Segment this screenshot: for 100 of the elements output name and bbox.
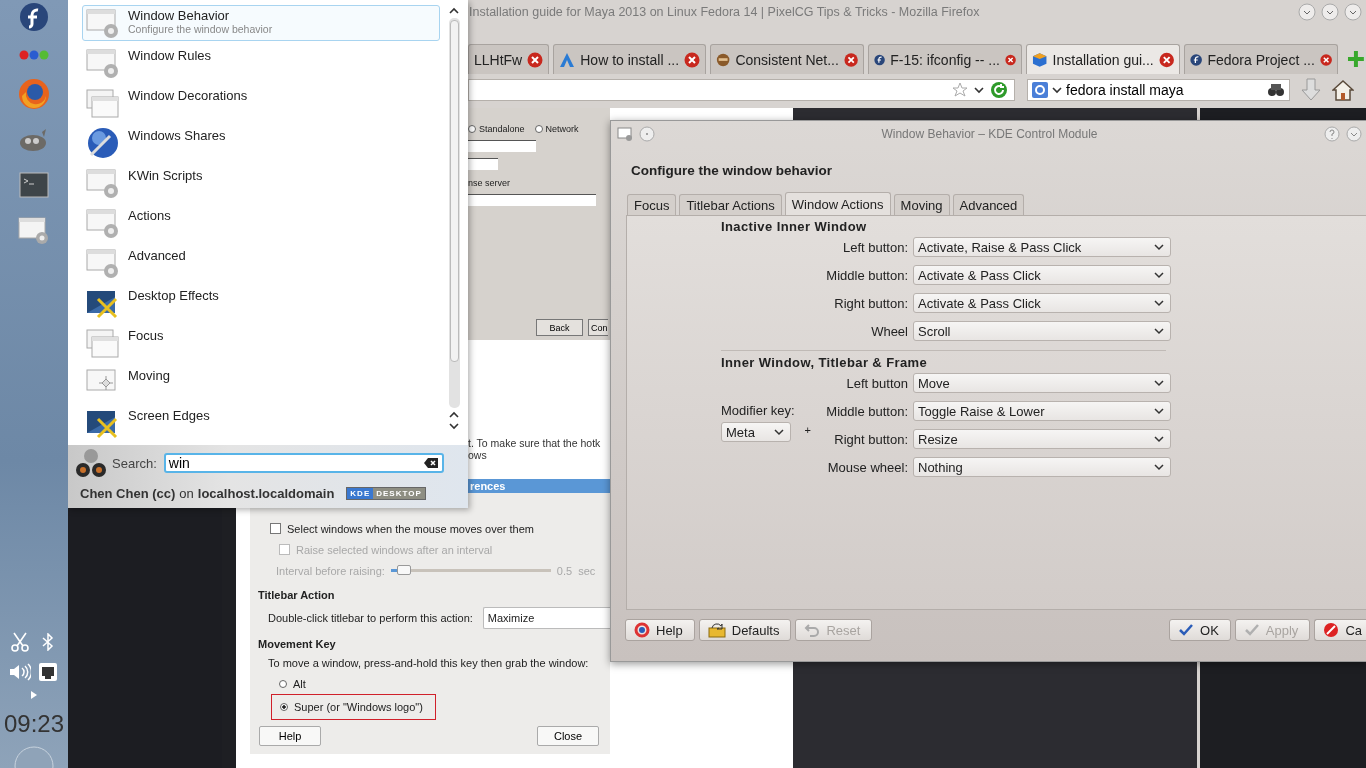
result-title: Windows Shares <box>128 128 226 143</box>
action-dropdown[interactable]: Maximize <box>482 607 610 629</box>
dots-icon[interactable] <box>19 50 49 60</box>
search-result[interactable]: Window Decorations <box>82 85 440 121</box>
text-field[interactable] <box>468 194 596 206</box>
window-gear-icon <box>86 47 120 79</box>
help-icon[interactable] <box>1324 126 1340 142</box>
slider-value: 0.5 <box>556 564 573 577</box>
dialog-button[interactable]: Defaults <box>698 619 792 641</box>
tab[interactable]: Window Actions <box>784 192 891 215</box>
radio-option[interactable]: Super (or "Windows logo") <box>271 694 436 720</box>
action-dropdown[interactable]: Activate & Pass Click <box>913 265 1171 285</box>
wizard-button[interactable]: Back <box>536 319 583 336</box>
expand-arrow-icon[interactable] <box>30 690 38 700</box>
search-result[interactable]: Screen Edges <box>82 405 440 441</box>
article-text: ows <box>468 449 487 461</box>
close-icon[interactable] <box>684 51 701 68</box>
address-field[interactable] <box>468 79 1015 101</box>
search-result[interactable]: Window Rules <box>82 45 440 81</box>
dialog-button[interactable]: Close <box>537 726 599 746</box>
radio-option[interactable]: Alt <box>279 674 306 694</box>
search-engine-icon[interactable] <box>1032 82 1048 98</box>
search-result[interactable]: Desktop Effects <box>82 285 440 321</box>
text-field[interactable] <box>468 158 498 170</box>
user-on-label: on <box>179 485 194 501</box>
radio-option[interactable]: Network <box>534 124 579 134</box>
section-heading: Movement Key <box>258 638 336 652</box>
dialog-button[interactable]: Help <box>625 619 695 641</box>
dropdown-icon <box>1154 243 1164 251</box>
window-gear-icon <box>86 247 120 279</box>
dropdown-icon[interactable] <box>1052 86 1062 94</box>
scroll-up-icon[interactable] <box>448 7 460 15</box>
window-control-icon[interactable] <box>1344 3 1362 21</box>
search-result[interactable]: KWin Scripts <box>82 165 440 201</box>
binoculars-icon[interactable] <box>1267 83 1285 97</box>
scissors-icon[interactable] <box>11 632 29 652</box>
scroll-up-icon[interactable] <box>448 411 460 419</box>
reload-icon[interactable] <box>990 81 1008 99</box>
terminal-icon[interactable] <box>19 172 49 198</box>
window-control-icon[interactable] <box>1298 3 1316 21</box>
search-result[interactable]: Window Behavior Configure the window behavior <box>82 5 440 41</box>
close-icon[interactable] <box>1158 51 1175 68</box>
window-control-icon[interactable] <box>1321 3 1339 21</box>
action-dropdown[interactable]: Activate & Pass Click <box>913 293 1171 313</box>
action-dropdown[interactable]: Nothing <box>913 457 1171 477</box>
browser-tab[interactable]: F-15: ifconfig -- ... <box>868 44 1023 74</box>
browser-tab[interactable]: LLHtFw <box>468 44 550 74</box>
browser-tab[interactable]: Installation gui... <box>1026 44 1181 74</box>
tab[interactable]: Advanced <box>952 194 1025 215</box>
tab[interactable]: Titlebar Actions <box>679 194 782 215</box>
fedora-logo-icon[interactable] <box>19 2 49 32</box>
search-result[interactable]: Moving <box>82 365 440 401</box>
search-field[interactable]: win <box>163 453 444 473</box>
dialog-button[interactable]: Ca <box>1314 619 1366 641</box>
action-dropdown[interactable]: Activate, Raise & Pass Click <box>913 237 1171 257</box>
modifier-dropdown[interactable]: Meta <box>721 422 791 442</box>
speaker-icon[interactable] <box>9 663 31 681</box>
action-dropdown[interactable]: Resize <box>913 429 1171 449</box>
tab[interactable]: Focus <box>627 194 677 215</box>
cancel-icon <box>1323 622 1340 638</box>
firefox-icon[interactable] <box>18 78 50 110</box>
checkbox-option[interactable]: Select windows when the mouse moves over them <box>270 518 534 539</box>
search-field[interactable]: fedora install maya <box>1027 79 1290 101</box>
browser-tab[interactable]: Fedora Project ... <box>1184 44 1339 74</box>
bluetooth-icon[interactable] <box>41 633 55 651</box>
action-dropdown[interactable]: Toggle Raise & Lower <box>913 401 1171 421</box>
close-icon[interactable] <box>527 51 544 68</box>
browser-tab[interactable]: How to install ... <box>553 44 707 74</box>
action-dropdown[interactable]: Move <box>913 373 1171 393</box>
wizard-button[interactable]: Con <box>588 319 608 336</box>
search-result[interactable]: Windows Shares <box>82 125 440 161</box>
scroll-down-icon[interactable] <box>448 422 460 430</box>
scrollbar[interactable] <box>448 18 460 408</box>
dialog-button[interactable]: Help <box>259 726 321 746</box>
home-icon[interactable] <box>1332 79 1354 101</box>
windows-icon <box>86 87 120 119</box>
page-heading: Configure the window behavior <box>631 163 832 180</box>
dropdown-icon[interactable] <box>974 86 984 94</box>
close-icon[interactable] <box>1319 51 1333 68</box>
dialog-button[interactable]: OK <box>1169 619 1231 641</box>
dropdown-icon <box>1154 463 1164 471</box>
article-text: t. To make sure that the hotk <box>468 437 601 449</box>
window-control-icon[interactable] <box>1346 126 1362 142</box>
clear-icon[interactable] <box>422 457 439 469</box>
search-result[interactable]: Advanced <box>82 245 440 281</box>
text-field[interactable] <box>468 140 536 152</box>
close-icon[interactable] <box>843 51 859 68</box>
network-icon[interactable] <box>38 662 58 682</box>
window-gear-icon <box>86 167 120 199</box>
search-result[interactable]: Actions <box>82 205 440 241</box>
browser-tab[interactable]: Consistent Net... <box>710 44 865 74</box>
result-title: Window Behavior <box>128 8 231 23</box>
tab[interactable]: Moving <box>893 194 950 215</box>
search-result[interactable]: Focus <box>82 325 440 361</box>
dropdown-icon <box>1154 407 1164 415</box>
window-gear-icon[interactable] <box>617 126 633 142</box>
action-dropdown[interactable]: Scroll <box>913 321 1171 341</box>
new-tab-icon[interactable] <box>1346 49 1366 69</box>
settings-window-icon[interactable] <box>18 216 50 246</box>
star-icon[interactable] <box>952 82 968 98</box>
